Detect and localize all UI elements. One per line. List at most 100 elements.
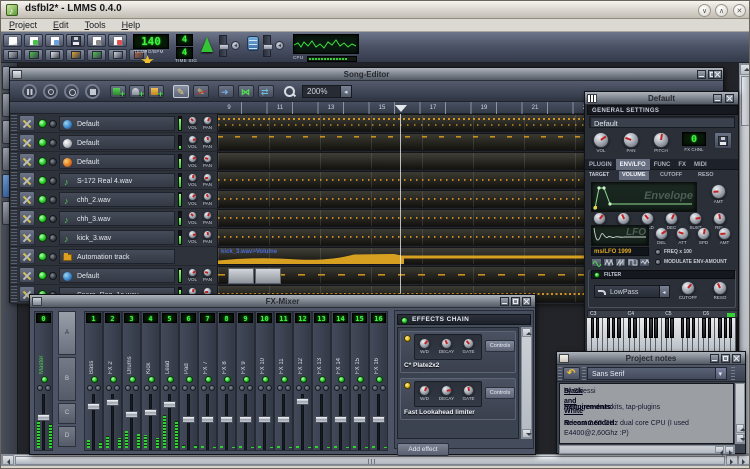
track-grip-handle[interactable]: [11, 248, 17, 264]
track-solo-led[interactable]: [49, 271, 57, 280]
add-bb-track-button[interactable]: [110, 85, 126, 99]
mixer-channel-miniknob-2[interactable]: [380, 385, 386, 391]
track-grip-handle[interactable]: [11, 115, 17, 131]
effects-scroll-up-button[interactable]: [522, 328, 532, 337]
piano-keyboard[interactable]: [587, 318, 738, 352]
track-solo-led[interactable]: [49, 176, 57, 185]
save-project-button[interactable]: [66, 34, 85, 47]
track-actions-button[interactable]: [19, 229, 35, 245]
black-key[interactable]: [606, 318, 610, 338]
track-pan-knob[interactable]: [203, 192, 212, 201]
track-name-box[interactable]: chh_3.wav: [59, 211, 175, 226]
envelope-dec-knob[interactable]: [665, 212, 678, 225]
filter-type-spin-button[interactable]: [659, 286, 669, 297]
track-solo-led[interactable]: [49, 119, 57, 128]
track-solo-led[interactable]: [49, 157, 57, 166]
mixer-channel-miniknob-1[interactable]: [239, 385, 245, 391]
black-key[interactable]: [707, 318, 712, 338]
track-mute-led[interactable]: [38, 233, 47, 242]
workspace-scroll-left-button[interactable]: [2, 455, 14, 465]
next-state-button[interactable]: [218, 85, 234, 98]
mixer-channel-strip[interactable]: 3 Drums: [122, 311, 141, 451]
song-editor-titlebar[interactable]: Song-Editor: [10, 68, 723, 81]
mixer-channel-fader-handle[interactable]: [220, 415, 233, 423]
mixer-channel-miniknob-1[interactable]: [315, 385, 321, 391]
mixer-channel-fader-handle[interactable]: [258, 415, 271, 423]
instrument-pitch-knob[interactable]: [653, 132, 669, 148]
save-as-button[interactable]: [87, 34, 106, 47]
mixer-channel-fader-handle[interactable]: [106, 398, 119, 406]
mixer-channel-miniknob-2[interactable]: [152, 385, 158, 391]
track-solo-led[interactable]: [49, 138, 57, 147]
menu-tools[interactable]: Tools: [77, 19, 114, 32]
lfo-shape-random-button[interactable]: [639, 258, 650, 267]
track-actions-button[interactable]: [19, 267, 35, 283]
workspace-vscroll-handle[interactable]: [741, 76, 749, 126]
black-key[interactable]: [611, 318, 616, 338]
black-key[interactable]: [590, 318, 594, 338]
track-volume-knob[interactable]: [188, 154, 197, 163]
mixer-bank-b-button[interactable]: B: [58, 357, 76, 401]
notes-scroll-up-button[interactable]: [736, 424, 746, 433]
window-close-button[interactable]: [733, 4, 746, 17]
open-project-button[interactable]: [24, 34, 43, 47]
master-pitch-reset-button[interactable]: [275, 41, 284, 50]
mixer-channel-fader-handle[interactable]: [182, 415, 195, 423]
track-name-box[interactable]: chh_2.wav: [59, 192, 175, 207]
mixer-channel-fader-handle[interactable]: [201, 415, 214, 423]
track-name-box[interactable]: Automation track: [59, 249, 175, 264]
black-key[interactable]: [633, 318, 637, 338]
mixer-channel-led[interactable]: [128, 376, 136, 383]
envelope-att-knob[interactable]: [617, 212, 630, 225]
track-name-box[interactable]: Default: [59, 116, 175, 131]
filter-reso-knob[interactable]: [713, 281, 727, 295]
font-select-arrow-button[interactable]: [715, 368, 726, 379]
mixer-channel-miniknob-1[interactable]: [372, 385, 378, 391]
notes-scroll-down-button[interactable]: [736, 434, 746, 443]
workspace-scroll-up-button[interactable]: [740, 64, 749, 75]
mixer-channel-miniknob-1[interactable]: [125, 385, 131, 391]
black-key[interactable]: [728, 318, 733, 338]
effect-gate-knob[interactable]: [463, 385, 474, 396]
mixer-channel-led[interactable]: [280, 376, 288, 383]
menu-help[interactable]: Help: [114, 19, 149, 32]
mixer-channel-led[interactable]: [337, 376, 345, 383]
menu-edit[interactable]: Edit: [45, 19, 77, 32]
mixer-channel-strip[interactable]: 12 FX 12: [293, 311, 312, 451]
save-preset-button[interactable]: [714, 132, 732, 149]
target-tab-reso[interactable]: RESO: [695, 171, 717, 180]
effect-wd-knob[interactable]: [419, 385, 430, 396]
window-minimize-button[interactable]: [698, 4, 711, 17]
mixer-channel-miniknob-1[interactable]: [201, 385, 207, 391]
track-mute-led[interactable]: [38, 252, 47, 261]
track-actions-button[interactable]: [19, 248, 35, 264]
new-project-button[interactable]: [3, 34, 22, 47]
mixer-channel-miniknob-1[interactable]: [353, 385, 359, 391]
track-volume-knob[interactable]: [188, 211, 197, 220]
effect-enable-led[interactable]: [404, 382, 411, 389]
track-pan-knob[interactable]: [203, 154, 212, 163]
tab-func[interactable]: FUNC: [650, 159, 675, 170]
track-pan-knob[interactable]: [203, 116, 212, 125]
notes-scroll-left-button[interactable]: [715, 446, 724, 456]
track-mute-led[interactable]: [38, 119, 47, 128]
effects-chain-enable-led[interactable]: [401, 317, 408, 324]
mixer-channel-miniknob-1[interactable]: [182, 385, 188, 391]
envelope-del-knob[interactable]: [593, 212, 606, 225]
mixer-channel-fader-handle[interactable]: [125, 411, 138, 419]
mixer-channel-fader-handle[interactable]: [239, 415, 252, 423]
master-volume-slider[interactable]: [219, 35, 229, 57]
stop-button[interactable]: [85, 84, 100, 99]
track-actions-button[interactable]: [19, 210, 35, 226]
track-name-box[interactable]: Default: [59, 154, 175, 169]
offset-mode-button[interactable]: [258, 85, 274, 98]
tab-fx[interactable]: FX: [674, 159, 690, 170]
mixer-channel-strip[interactable]: 6 Pad: [179, 311, 198, 451]
mixer-channel-strip[interactable]: 10 FX 10: [255, 311, 274, 451]
project-notes-close-button[interactable]: [732, 354, 741, 363]
mixer-bank-c-button[interactable]: C: [58, 403, 76, 424]
track-volume-knob[interactable]: [188, 268, 197, 277]
mixer-channel-led[interactable]: [90, 376, 98, 383]
track-mute-led[interactable]: [38, 176, 47, 185]
instrument-pan-knob[interactable]: [623, 132, 639, 148]
